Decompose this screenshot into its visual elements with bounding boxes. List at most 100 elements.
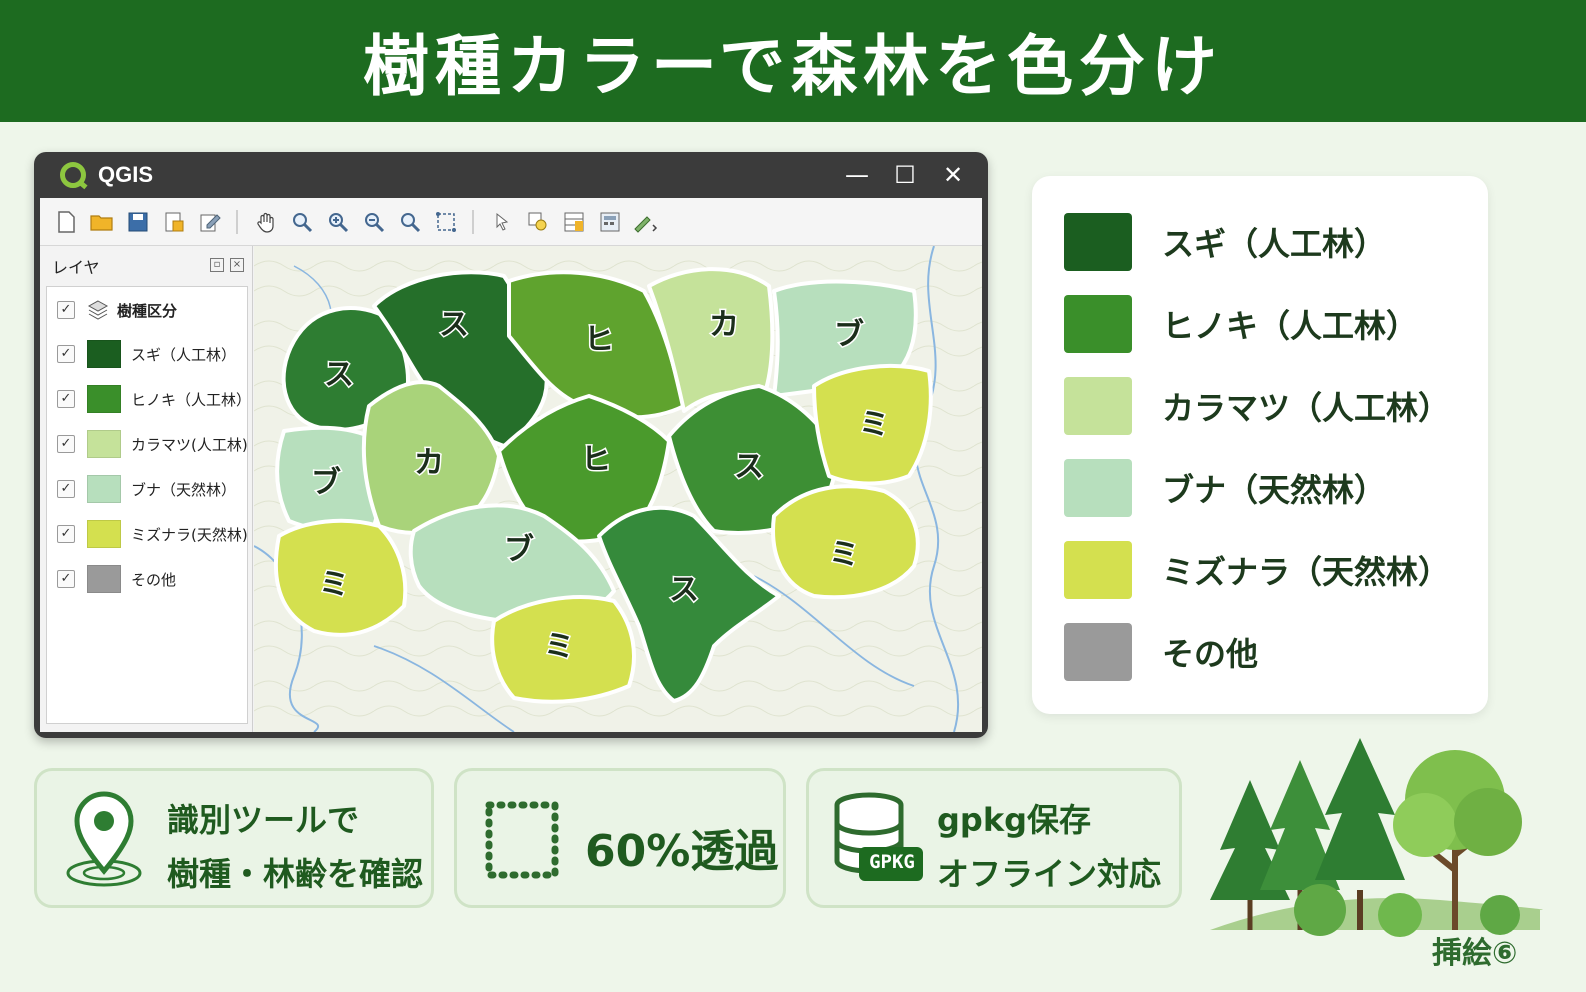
pan-hand-icon[interactable] [252, 208, 280, 236]
new-project-icon[interactable] [52, 208, 80, 236]
open-project-icon[interactable] [88, 208, 116, 236]
layer-color-swatch [87, 565, 121, 593]
opacity-feature-card: 60%透過 [454, 768, 786, 908]
legend-item: ミズナラ（天然林） [1064, 540, 1450, 600]
layer-label: ヒノキ（人工林） [131, 390, 252, 409]
legend-swatch [1064, 377, 1132, 435]
toolbar-separator [236, 209, 238, 234]
layer-group-row[interactable]: ✓ 樹種区分 [57, 295, 177, 325]
maximize-button[interactable]: ☐ [892, 160, 918, 190]
opacity-text: 60%透過 [585, 826, 779, 877]
layer-group-icon [87, 299, 109, 321]
header-banner: 樹種カラーで森林を色分け [0, 0, 1586, 122]
qgis-logo-icon [60, 162, 86, 188]
legend-panel: スギ（人工林） ヒノキ（人工林） カラマツ（人工林） ブナ（天然林） ミズナラ（天然林）… [1032, 176, 1488, 714]
map-canvas[interactable]: ススヒカブブカヒスミミブスミミ [254, 246, 982, 732]
layer-checkbox[interactable]: ✓ [57, 570, 75, 588]
layers-panel-buttons: ▫ × [210, 258, 244, 272]
measure-tool-icon[interactable] [632, 208, 660, 236]
legend-item: カラマツ（人工林） [1064, 376, 1450, 436]
layer-label: ミズナラ(天然林) [131, 525, 248, 544]
gpkg-text-line1: gpkg保存 [937, 801, 1092, 839]
layer-row[interactable]: ✓ ヒノキ（人工林） [57, 384, 251, 414]
layer-checkbox[interactable]: ✓ [57, 525, 75, 543]
layer-checkbox[interactable]: ✓ [57, 345, 75, 363]
layer-row[interactable]: ✓ カラマツ(人工林) [57, 429, 248, 459]
layer-label: その他 [131, 570, 177, 589]
legend-item: ヒノキ（人工林） [1064, 294, 1418, 354]
zoom-selection-icon[interactable] [432, 208, 460, 236]
legend-label: ブナ（天然林） [1162, 471, 1387, 509]
attribute-table-icon[interactable] [560, 208, 588, 236]
window-controls: — ☐ ✕ [844, 160, 966, 190]
layer-row[interactable]: ✓ ミズナラ(天然林) [57, 519, 248, 549]
page-title: 樹種カラーで森林を色分け [362, 28, 1224, 105]
save-project-icon[interactable] [124, 208, 152, 236]
identify-feature-card: 識別ツールで 樹種・林齢を確認 [34, 768, 434, 908]
layer-color-swatch [87, 475, 121, 503]
qgis-window: QGIS — ☐ ✕ レイヤ ▫ × ✓ 樹種区分 ✓ スギ（人工林） ✓ ヒノ… [34, 152, 988, 738]
minimize-button[interactable]: — [844, 160, 870, 190]
layer-label: カラマツ(人工林) [131, 435, 248, 454]
identify-text-line1: 識別ツールで [167, 801, 360, 839]
region-label: ブ [834, 318, 864, 353]
close-button[interactable]: ✕ [940, 160, 966, 190]
legend-item: その他 [1064, 622, 1258, 682]
region-label: ス [324, 358, 354, 393]
legend-swatch [1064, 213, 1132, 271]
region-label: ミ [829, 538, 859, 573]
region-label: ヒ [584, 323, 614, 358]
window-title: QGIS [98, 162, 154, 187]
legend-swatch [1064, 623, 1132, 681]
main-toolbar [40, 198, 982, 246]
save-as-icon[interactable] [160, 208, 188, 236]
layers-tree: ✓ 樹種区分 ✓ スギ（人工林） ✓ ヒノキ（人工林） ✓ カラマツ(人工林) ✓ ブナ（天然… [46, 286, 251, 724]
zoom-out-icon[interactable] [360, 208, 388, 236]
legend-swatch [1064, 541, 1132, 599]
zoom-full-icon[interactable] [288, 208, 316, 236]
region-label: ミ [319, 568, 349, 603]
legend-label: スギ（人工林） [1162, 225, 1387, 263]
layer-color-swatch [87, 385, 121, 413]
layer-color-swatch [87, 340, 121, 368]
gpkg-feature-card: GPKG gpkg保存 オフライン対応 [806, 768, 1182, 908]
identify-text-line2: 樹種・林齢を確認 [167, 855, 424, 893]
layer-checkbox[interactable]: ✓ [57, 301, 75, 319]
layer-checkbox[interactable]: ✓ [57, 390, 75, 408]
zoom-layer-icon[interactable] [396, 208, 424, 236]
layer-color-swatch [87, 520, 121, 548]
layers-panel-title: レイヤ [52, 258, 100, 277]
layer-color-swatch [87, 430, 121, 458]
region-label: ス [734, 450, 764, 485]
legend-label: カラマツ（人工林） [1162, 389, 1451, 427]
dotted-square-icon [485, 801, 559, 879]
edit-icon[interactable] [196, 208, 224, 236]
region-label: カ [709, 308, 739, 343]
forest-illustration-icon [1210, 738, 1543, 937]
region-label: ブ [504, 533, 534, 568]
field-calculator-icon[interactable] [596, 208, 624, 236]
close-panel-button[interactable]: × [230, 258, 244, 272]
identify-icon[interactable] [488, 208, 516, 236]
legend-swatch [1064, 295, 1132, 353]
layer-label: スギ（人工林） [131, 345, 237, 364]
gpkg-badge: GPKG [869, 851, 915, 873]
qgis-body: レイヤ ▫ × ✓ 樹種区分 ✓ スギ（人工林） ✓ ヒノキ（人工林） ✓ カラマツ(人工… [40, 198, 982, 732]
window-titlebar[interactable]: QGIS — ☐ ✕ [34, 152, 988, 198]
legend-swatch [1064, 459, 1132, 517]
database-icon [834, 792, 923, 881]
zoom-in-icon[interactable] [324, 208, 352, 236]
figure-caption: 挿絵⑥ [1432, 936, 1518, 971]
float-panel-button[interactable]: ▫ [210, 258, 224, 272]
layer-checkbox[interactable]: ✓ [57, 480, 75, 498]
map-pin-icon [66, 791, 142, 887]
layer-row[interactable]: ✓ ブナ（天然林） [57, 474, 236, 504]
layer-row[interactable]: ✓ スギ（人工林） [57, 339, 236, 369]
layer-row[interactable]: ✓ その他 [57, 564, 176, 594]
region-label: ス [439, 308, 469, 343]
legend-label: ヒノキ（人工林） [1162, 307, 1419, 345]
select-features-icon[interactable] [524, 208, 552, 236]
region-label: ヒ [581, 443, 611, 478]
legend-item: スギ（人工林） [1064, 212, 1386, 272]
layer-checkbox[interactable]: ✓ [57, 435, 75, 453]
